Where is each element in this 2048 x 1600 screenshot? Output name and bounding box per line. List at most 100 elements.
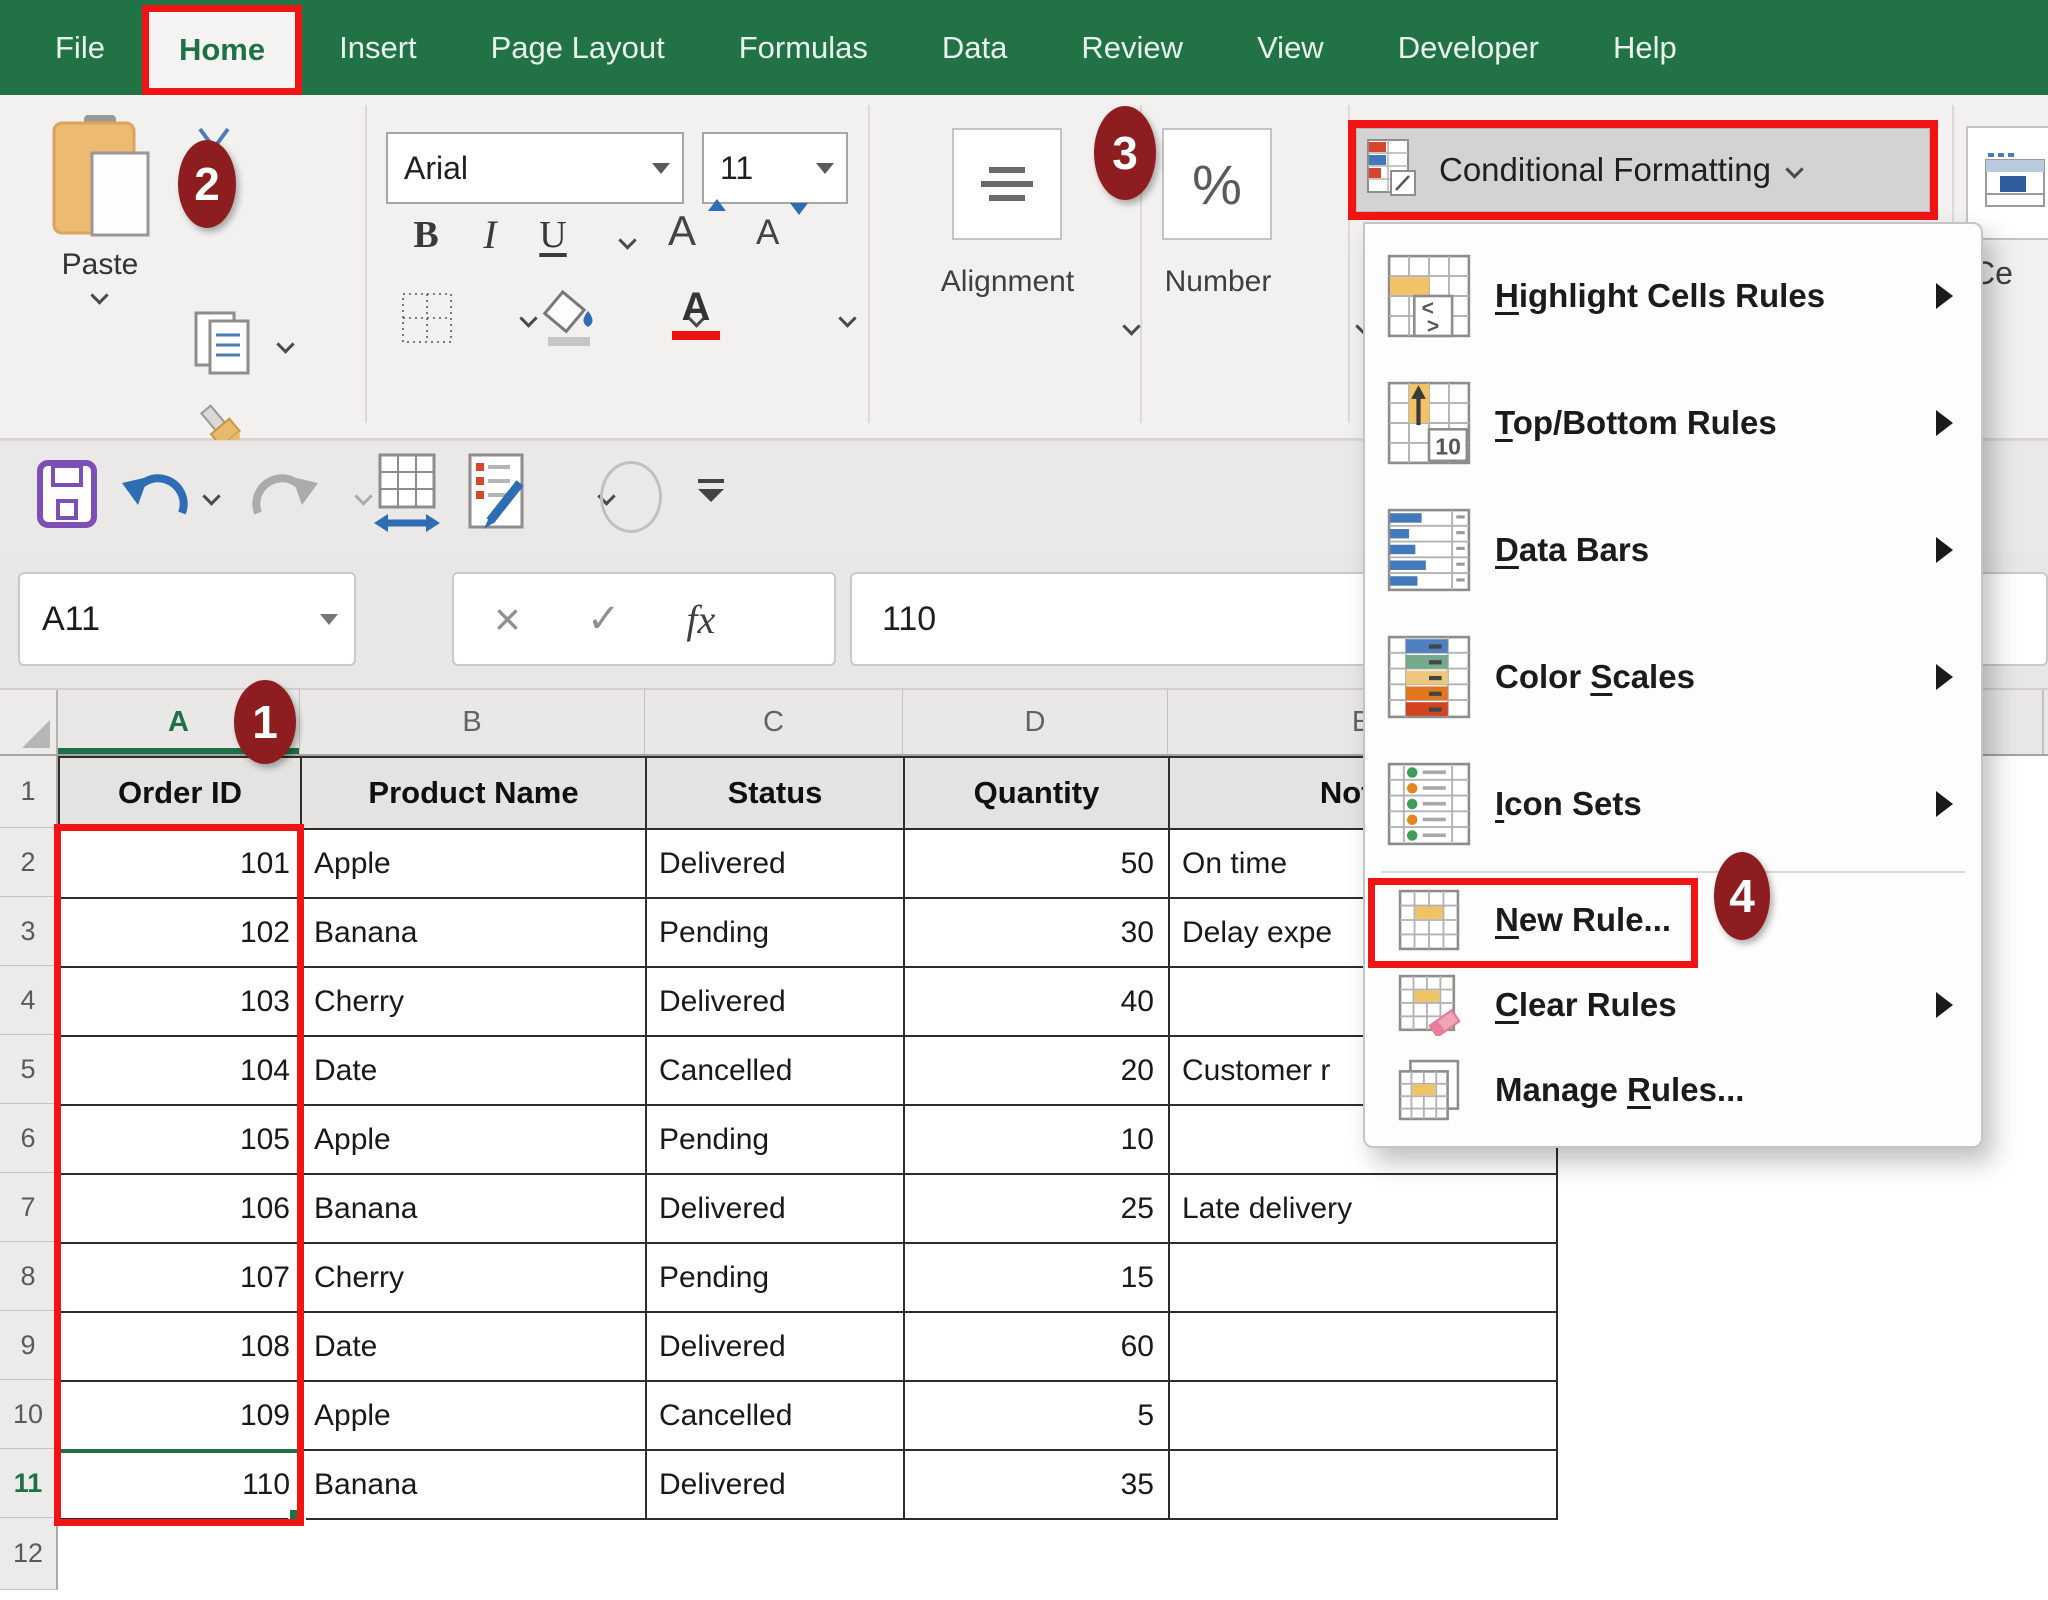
copy-chevron-icon[interactable] [276, 337, 296, 353]
column-header-D[interactable]: D [903, 690, 1168, 754]
alignment-button[interactable] [952, 128, 1062, 240]
cell-D11[interactable]: 35 [905, 1451, 1170, 1520]
borders-button[interactable] [400, 291, 454, 350]
tab-developer[interactable]: Developer [1361, 0, 1576, 95]
decrease-font-button[interactable]: A [756, 213, 779, 253]
cell-D10[interactable]: 5 [905, 1382, 1170, 1451]
column-header-B[interactable]: B [300, 690, 645, 754]
cell-D4[interactable]: 40 [905, 968, 1170, 1037]
row-header-1[interactable]: 1 [0, 756, 58, 828]
tab-formulas[interactable]: Formulas [702, 0, 905, 95]
undo-button[interactable] [118, 467, 194, 530]
cell-D2[interactable]: 50 [905, 830, 1170, 899]
row-header-11[interactable]: 11 [0, 1449, 58, 1518]
insert-function-icon[interactable]: fx [686, 596, 715, 643]
underline-chevron-icon[interactable] [618, 233, 638, 249]
fill-color-button[interactable] [540, 287, 598, 354]
tab-page-layout[interactable]: Page Layout [454, 0, 702, 95]
cell-C3[interactable]: Pending [647, 899, 905, 968]
alignment-chevron-icon[interactable] [1122, 319, 1142, 335]
row-header-12[interactable]: 12 [0, 1518, 58, 1590]
cell-E10[interactable] [1170, 1382, 1558, 1451]
header-cell-order-id[interactable]: Order ID [60, 758, 302, 830]
cell-D3[interactable]: 30 [905, 899, 1170, 968]
tab-help[interactable]: Help [1576, 0, 1714, 95]
undo-chevron-icon[interactable] [202, 489, 222, 505]
row-header-5[interactable]: 5 [0, 1035, 58, 1104]
cell-C6[interactable]: Pending [647, 1106, 905, 1175]
cell-B7[interactable]: Banana [302, 1175, 647, 1244]
cell-E8[interactable] [1170, 1244, 1558, 1313]
cell-B6[interactable]: Apple [302, 1106, 647, 1175]
select-all-corner[interactable] [0, 690, 58, 754]
cell-B5[interactable]: Date [302, 1037, 647, 1106]
cell-B2[interactable]: Apple [302, 830, 647, 899]
row-header-3[interactable]: 3 [0, 897, 58, 966]
enter-icon[interactable]: ✓ [587, 596, 621, 642]
menu-item-clear-rules[interactable]: Clear Rules [1365, 962, 1981, 1047]
menu-item-data-bars[interactable]: Data Bars [1365, 486, 1981, 613]
tab-data[interactable]: Data [905, 0, 1044, 95]
row-header-7[interactable]: 7 [0, 1173, 58, 1242]
cell-C11[interactable]: Delivered [647, 1451, 905, 1520]
cell-A4[interactable]: 103 [60, 968, 302, 1037]
cancel-icon[interactable]: × [494, 592, 521, 646]
cell-A11[interactable]: 110 [60, 1451, 302, 1520]
cell-D9[interactable]: 60 [905, 1313, 1170, 1382]
cell-D5[interactable]: 20 [905, 1037, 1170, 1106]
paste-button[interactable]: Paste [30, 113, 170, 309]
customize-toolbar-button[interactable] [698, 479, 724, 502]
conditional-formatting-button[interactable]: Conditional Formatting [1356, 128, 1930, 212]
cell-A3[interactable]: 102 [60, 899, 302, 968]
cell-C10[interactable]: Cancelled [647, 1382, 905, 1451]
column-header-A[interactable]: A [58, 690, 300, 754]
row-header-10[interactable]: 10 [0, 1380, 58, 1449]
cell-A6[interactable]: 105 [60, 1106, 302, 1175]
cell-A8[interactable]: 107 [60, 1244, 302, 1313]
font-color-button[interactable]: A [672, 285, 720, 340]
cell-E11[interactable] [1170, 1451, 1558, 1520]
menu-item-manage-rules[interactable]: Manage Rules... [1365, 1047, 1981, 1132]
menu-item-top-bottom-rules[interactable]: 10Top/Bottom Rules [1365, 359, 1981, 486]
copy-button[interactable] [192, 309, 252, 382]
tab-review[interactable]: Review [1044, 0, 1220, 95]
column-width-button[interactable] [372, 453, 442, 542]
cell-A9[interactable]: 108 [60, 1313, 302, 1382]
cell-D7[interactable]: 25 [905, 1175, 1170, 1244]
header-cell-quantity[interactable]: Quantity [905, 758, 1170, 830]
cell-B10[interactable]: Apple [302, 1382, 647, 1451]
row-header-6[interactable]: 6 [0, 1104, 58, 1173]
bold-button[interactable]: B [398, 213, 454, 257]
tab-file[interactable]: File [18, 0, 142, 95]
cell-C7[interactable]: Delivered [647, 1175, 905, 1244]
menu-item-new-rule[interactable]: New Rule... [1365, 877, 1981, 962]
cut-button[interactable] [188, 123, 244, 188]
cell-B11[interactable]: Banana [302, 1451, 647, 1520]
cell-E7[interactable]: Late delivery [1170, 1175, 1558, 1244]
column-header-C[interactable]: C [645, 690, 903, 754]
borders-chevron-icon[interactable] [519, 311, 539, 327]
cell-E9[interactable] [1170, 1313, 1558, 1382]
cell-B8[interactable]: Cherry [302, 1244, 647, 1313]
header-cell-product-name[interactable]: Product Name [302, 758, 647, 830]
tab-insert[interactable]: Insert [302, 0, 454, 95]
font-size-combobox[interactable]: 11 [702, 132, 848, 204]
cell-B3[interactable]: Banana [302, 899, 647, 968]
cell-A10[interactable]: 109 [60, 1382, 302, 1451]
fill-handle[interactable] [288, 1508, 306, 1526]
menu-item-icon-sets[interactable]: Icon Sets [1365, 740, 1981, 867]
font-name-combobox[interactable]: Arial [386, 132, 684, 204]
cell-D6[interactable]: 10 [905, 1106, 1170, 1175]
cell-D8[interactable]: 15 [905, 1244, 1170, 1313]
cell-A5[interactable]: 104 [60, 1037, 302, 1106]
name-box[interactable]: A11 [18, 572, 356, 666]
menu-item-color-scales[interactable]: Color Scales [1365, 613, 1981, 740]
row-header-9[interactable]: 9 [0, 1311, 58, 1380]
form-button[interactable] [462, 453, 532, 542]
cell-A7[interactable]: 106 [60, 1175, 302, 1244]
header-cell-status[interactable]: Status [647, 758, 905, 830]
underline-button[interactable]: U [528, 213, 578, 257]
cell-A2[interactable]: 101 [60, 830, 302, 899]
increase-font-button[interactable]: A [668, 207, 696, 255]
number-format-button[interactable]: % [1162, 128, 1272, 240]
